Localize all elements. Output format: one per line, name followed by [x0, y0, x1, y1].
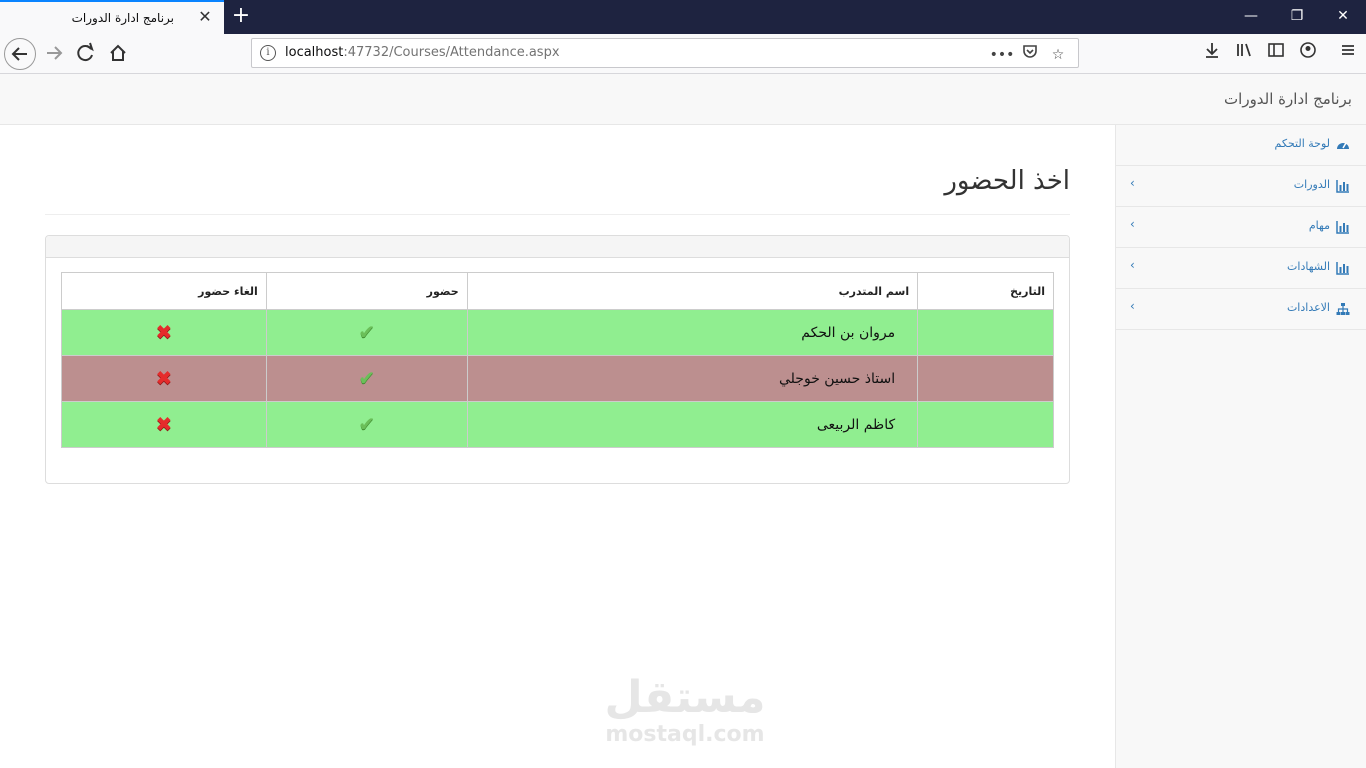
page-actions-icon[interactable]: ••• [988, 47, 1016, 63]
sidebar-item-label: الدورات [1293, 178, 1330, 191]
cross-icon[interactable]: ✖ [156, 368, 173, 388]
watermark-latin: mostaql.com [605, 722, 765, 747]
home-icon [110, 44, 126, 61]
account-icon [1300, 42, 1316, 58]
dashboard-icon [1337, 142, 1349, 149]
app-header: برنامج ادارة الدورات [0, 74, 1366, 125]
checkmark-icon[interactable]: ✔ [358, 368, 375, 388]
checkmark-icon[interactable]: ✔ [358, 414, 375, 434]
browser-tab[interactable]: برنامج ادارة الدورات ✕ [0, 0, 224, 34]
sidebar-item-label: لوحة التحكم [1274, 137, 1330, 150]
url-path: :47732/Courses/Attendance.aspx [343, 45, 560, 60]
library-button[interactable] [1228, 40, 1260, 68]
tab-close-icon[interactable]: ✕ [196, 8, 214, 26]
minimize-button[interactable]: — [1228, 0, 1274, 34]
checkmark-icon[interactable]: ✔ [358, 322, 375, 342]
cell-trainee-name: استاذ حسين خوجلي [466, 355, 919, 402]
cell-date [917, 401, 1054, 448]
home-button[interactable] [102, 38, 134, 70]
back-arrow-icon [11, 47, 27, 61]
sidebar-item-settings[interactable]: الاعدادات ‹ [1116, 289, 1366, 330]
chevron-left-icon: ‹ [1130, 258, 1135, 272]
cell-attend: ✔ [265, 355, 468, 402]
reload-icon [77, 42, 94, 62]
page-title: اخذ الحضور [944, 166, 1070, 196]
chevron-left-icon: ‹ [1130, 217, 1135, 231]
restore-button[interactable]: ❐ [1274, 0, 1320, 34]
bar-chart-icon [1336, 262, 1349, 275]
url-text: localhost:47732/Courses/Attendance.aspx [285, 45, 560, 60]
chevron-left-icon: ‹ [1130, 176, 1135, 190]
sidebar-item-label: الاعدادات [1286, 301, 1330, 314]
cell-trainee-name: مروان بن الحكم [466, 309, 919, 356]
column-header-trainee-name: اسم المتدرب [466, 272, 919, 310]
sidebar-item-tasks[interactable]: مهام ‹ [1116, 207, 1366, 248]
back-button[interactable] [4, 38, 36, 70]
attendance-table: التاريخ اسم المتدرب حضور الغاء حضور مروا… [61, 272, 1054, 448]
sidebar-icon [1268, 43, 1284, 57]
hamburger-icon [1342, 45, 1354, 55]
browser-titlebar: برنامج ادارة الدورات ✕ + — ❐ ✕ [0, 0, 1366, 34]
sidebar-item-certificates[interactable]: الشهادات ‹ [1116, 248, 1366, 289]
table-row: مروان بن الحكم ✔ ✖ [61, 309, 1054, 356]
bookmark-star-icon[interactable]: ☆ [1044, 47, 1072, 63]
cell-cancel-attend: ✖ [61, 355, 267, 402]
site-info-icon[interactable]: i [260, 45, 276, 61]
cell-attend: ✔ [265, 401, 468, 448]
bar-chart-icon [1336, 180, 1349, 193]
title-divider [45, 214, 1070, 215]
url-host: localhost [285, 45, 344, 60]
download-icon [1206, 43, 1218, 58]
address-bar[interactable]: i localhost:47732/Courses/Attendance.asp… [251, 38, 1079, 68]
cell-attend: ✔ [265, 309, 468, 356]
menu-button[interactable] [1332, 40, 1364, 68]
chevron-left-icon: ‹ [1130, 299, 1135, 313]
table-row: استاذ حسين خوجلي ✔ ✖ [61, 355, 1054, 402]
forward-arrow-icon [47, 46, 63, 60]
new-tab-button[interactable]: + [228, 4, 254, 30]
pocket-icon[interactable] [1016, 43, 1044, 63]
forward-button[interactable] [38, 38, 70, 70]
library-icon [1237, 43, 1251, 57]
table-row: كاظم الربيعى ✔ ✖ [61, 401, 1054, 448]
browser-navbar: i localhost:47732/Courses/Attendance.asp… [0, 34, 1366, 74]
sidebar-item-label: الشهادات [1287, 260, 1330, 273]
cell-cancel-attend: ✖ [61, 401, 267, 448]
panel-heading [46, 236, 1069, 258]
sitemap-icon [1336, 303, 1350, 315]
column-header-attend: حضور [265, 272, 468, 310]
reload-button[interactable] [70, 38, 102, 70]
cross-icon[interactable]: ✖ [156, 414, 173, 434]
column-header-cancel-attend: الغاء حضور [61, 272, 267, 310]
account-button[interactable] [1292, 40, 1324, 68]
sidebar-toggle-button[interactable] [1260, 40, 1292, 68]
watermark-arabic: مستقل [604, 672, 766, 723]
cross-icon[interactable]: ✖ [156, 322, 173, 342]
cell-date [917, 355, 1054, 402]
column-header-date: التاريخ [917, 272, 1054, 310]
bar-chart-icon [1336, 221, 1349, 234]
table-header-row: التاريخ اسم المتدرب حضور الغاء حضور [61, 272, 1054, 310]
cell-trainee-name: كاظم الربيعى [466, 401, 919, 448]
cell-date [917, 309, 1054, 356]
watermark: مستقل mostaql.com [600, 672, 770, 746]
sidebar-item-label: مهام [1308, 219, 1330, 232]
sidebar-item-dashboard[interactable]: لوحة التحكم [1116, 125, 1366, 166]
downloads-button[interactable] [1196, 40, 1228, 68]
cell-cancel-attend: ✖ [61, 309, 267, 356]
app-brand[interactable]: برنامج ادارة الدورات [1224, 90, 1352, 108]
tab-title: برنامج ادارة الدورات [71, 11, 174, 25]
close-window-button[interactable]: ✕ [1320, 0, 1366, 34]
sidebar: لوحة التحكم الدورات ‹ مهام ‹ الشهادات ‹ … [1115, 125, 1366, 768]
sidebar-item-courses[interactable]: الدورات ‹ [1116, 166, 1366, 207]
